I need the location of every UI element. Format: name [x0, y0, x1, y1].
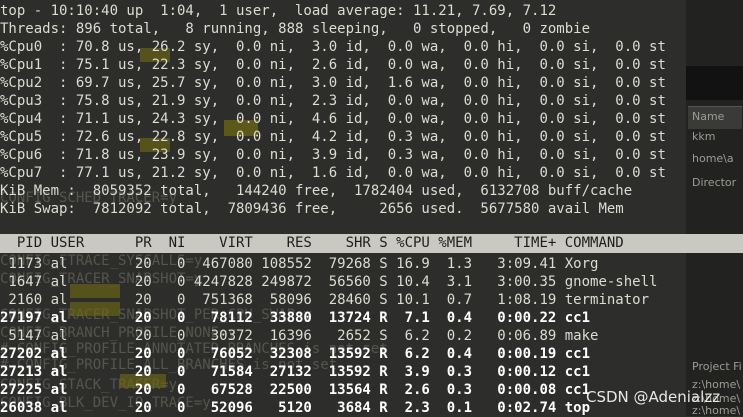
cpu-line: %Cpu7 : 77.1 us, 21.2 sy, 0.0 ni, 1.6 id…	[0, 165, 666, 181]
cpu-line: %Cpu2 : 69.7 us, 25.7 sy, 0.0 ni, 3.0 id…	[0, 75, 666, 91]
uptime-line: top - 10:10:40 up 1:04, 1 user, load ave…	[0, 3, 557, 19]
swap-line: KiB Swap: 7812092 total, 7809436 free, 2…	[0, 201, 624, 217]
mem-line: KiB Mem : 8059352 total, 144240 free, 17…	[0, 183, 633, 199]
cpu-line: %Cpu0 : 70.8 us, 26.2 sy, 0.0 ni, 3.0 id…	[0, 39, 666, 55]
process-row: 5147 al 20 0 30372 16396 2652 S 6.2 0.2 …	[0, 328, 599, 344]
process-row: 27213 al 20 0 71584 27132 13592 R 3.9 0.…	[0, 364, 591, 380]
process-row: 2160 al 20 0 751368 58096 28460 S 10.1 0…	[0, 292, 650, 308]
process-row: 27202 al 20 0 76052 32308 13592 R 6.2 0.…	[0, 346, 591, 362]
cpu-line: %Cpu4 : 71.1 us, 24.3 sy, 0.0 ni, 4.6 id…	[0, 111, 666, 127]
threads-line: Threads: 896 total, 8 running, 888 sleep…	[0, 21, 591, 37]
cpu-line: %Cpu5 : 72.6 us, 22.8 sy, 0.0 ni, 4.2 id…	[0, 129, 666, 145]
process-row: 1647 al 20 0 4247828 249872 56560 S 10.4…	[0, 274, 658, 290]
cpu-line: %Cpu1 : 75.1 us, 22.3 sy, 0.0 ni, 2.6 id…	[0, 57, 666, 73]
terminal-window[interactable]: top - 10:10:40 up 1:04, 1 user, load ave…	[0, 0, 743, 416]
process-row: 27197 al 20 0 78112 33880 13724 R 7.1 0.…	[0, 310, 591, 326]
cpu-line: %Cpu3 : 75.8 us, 21.9 sy, 0.0 ni, 2.3 id…	[0, 93, 666, 109]
process-table-header: PID USER PR NI VIRT RES SHR S %CPU %MEM …	[0, 234, 743, 253]
cpu-line: %Cpu6 : 71.8 us, 23.9 sy, 0.0 ni, 3.9 id…	[0, 147, 666, 163]
process-row: 1173 al 20 0 467080 108552 79268 S 16.9 …	[0, 256, 599, 272]
watermark: CSDN @Adenialzz	[586, 388, 721, 406]
